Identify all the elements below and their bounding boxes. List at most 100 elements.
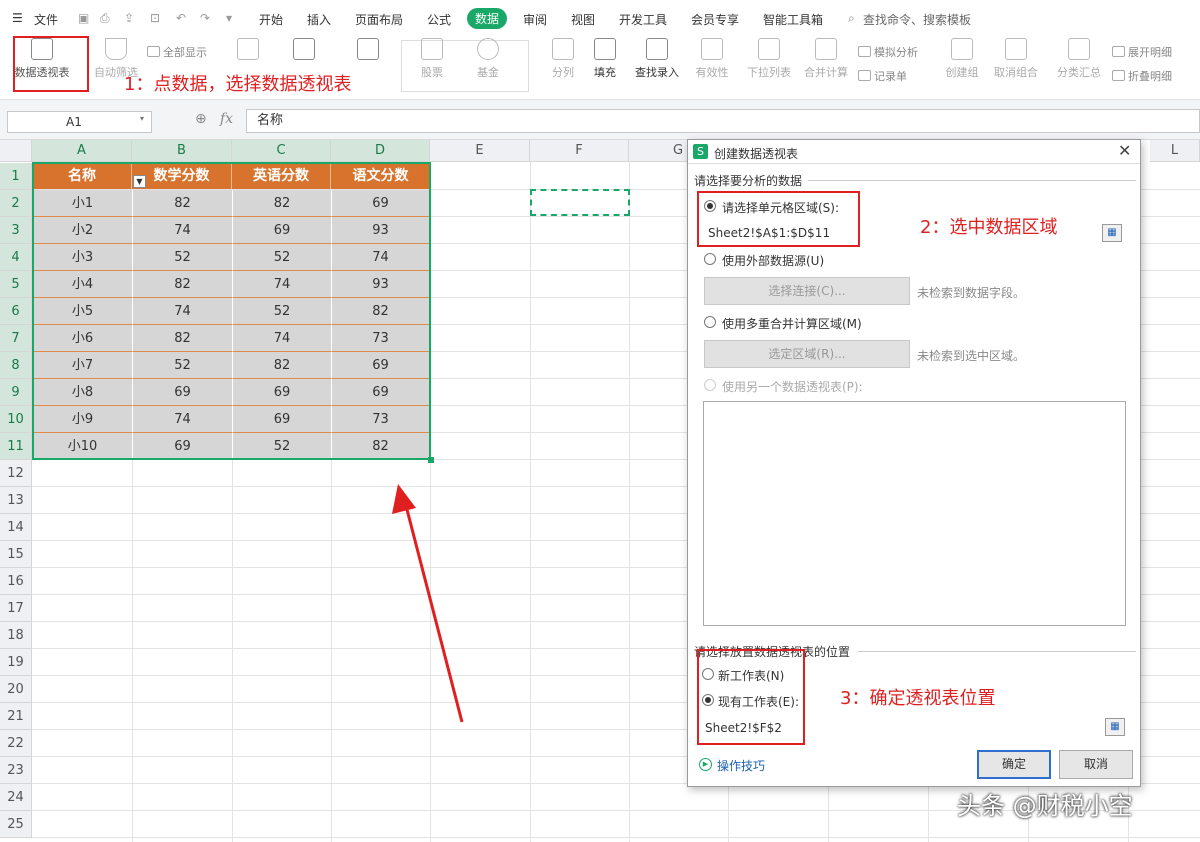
- name-box-dropdown-icon[interactable]: ▾: [140, 114, 144, 123]
- redo-icon[interactable]: ↷: [200, 11, 210, 25]
- ungroup-button[interactable]: 取消组合: [988, 38, 1044, 80]
- dropdown-list-button[interactable]: 下拉列表: [744, 38, 794, 80]
- row-header[interactable]: 24: [0, 784, 32, 811]
- column-header[interactable]: L: [1150, 140, 1200, 162]
- row-header[interactable]: 6: [0, 298, 32, 325]
- tab-page-layout[interactable]: 页面布局: [355, 11, 403, 28]
- row-header[interactable]: 23: [0, 757, 32, 784]
- save-icon[interactable]: ▣: [78, 11, 89, 25]
- fill-down-icon: [594, 38, 616, 60]
- fill-handle[interactable]: [428, 457, 434, 463]
- quick-access-dropdown-icon[interactable]: ▾: [226, 11, 232, 25]
- highlight-dup-button[interactable]: [290, 38, 318, 64]
- row-header[interactable]: 20: [0, 676, 32, 703]
- fill-button[interactable]: 填充: [588, 38, 622, 80]
- ok-button[interactable]: 确定: [977, 750, 1051, 779]
- select-connection-button[interactable]: 选择连接(C)...: [704, 277, 910, 305]
- create-group-button[interactable]: 创建组: [942, 38, 982, 80]
- hamburger-icon[interactable]: ☰: [12, 11, 23, 25]
- tips-link[interactable]: 操作技巧: [717, 757, 765, 774]
- row-header[interactable]: 22: [0, 730, 32, 757]
- row-header[interactable]: 1: [0, 163, 32, 190]
- row-header[interactable]: 13: [0, 487, 32, 514]
- location-picker-icon[interactable]: ▦: [1105, 718, 1125, 736]
- menu-file[interactable]: 文件: [34, 11, 58, 28]
- tab-smart-tools[interactable]: 智能工具箱: [763, 11, 823, 28]
- column-header[interactable]: F: [530, 140, 629, 162]
- row-header[interactable]: 7: [0, 325, 32, 352]
- undo-icon[interactable]: ↶: [176, 11, 186, 25]
- zoom-icon[interactable]: ⊕: [195, 111, 207, 127]
- dialog-title: 创建数据透视表: [714, 147, 799, 161]
- column-header[interactable]: E: [430, 140, 530, 162]
- close-icon[interactable]: ✕: [1118, 141, 1131, 160]
- formula-input[interactable]: 名称: [246, 109, 1200, 133]
- select-region-button[interactable]: 选定区域(R)...: [704, 340, 910, 368]
- grid-col-line: [629, 162, 630, 842]
- annotation-arrow: [392, 484, 464, 723]
- row-header[interactable]: 10: [0, 406, 32, 433]
- search-icon[interactable]: ⌕: [848, 11, 855, 26]
- tab-home[interactable]: 开始: [259, 11, 283, 28]
- tab-member[interactable]: 会员专享: [691, 11, 739, 28]
- data-compare-button[interactable]: [354, 38, 382, 64]
- divider: [808, 180, 1136, 181]
- pivot-list-box[interactable]: [703, 401, 1126, 626]
- consolidate-button[interactable]: 合并计算: [801, 38, 851, 80]
- stocks-button[interactable]: 股票: [414, 38, 450, 80]
- column-header[interactable]: A: [32, 140, 132, 162]
- play-tips-icon[interactable]: ▶: [699, 758, 712, 771]
- what-if-button[interactable]: 模拟分析: [858, 44, 918, 60]
- sort-button[interactable]: [234, 38, 262, 64]
- tab-data[interactable]: 数据: [467, 8, 508, 29]
- record-form-button[interactable]: 记录单: [858, 68, 907, 84]
- tab-view[interactable]: 视图: [571, 11, 595, 28]
- row-header[interactable]: 8: [0, 352, 32, 379]
- row-header[interactable]: 9: [0, 379, 32, 406]
- radio-external-source[interactable]: [704, 253, 716, 265]
- command-search[interactable]: 查找命令、搜索模板: [863, 11, 971, 28]
- validity-button[interactable]: 有效性: [690, 38, 734, 80]
- row-header[interactable]: 2: [0, 190, 32, 217]
- tab-formula[interactable]: 公式: [427, 11, 451, 28]
- row-header[interactable]: 15: [0, 541, 32, 568]
- tab-review[interactable]: 审阅: [523, 11, 547, 28]
- name-box[interactable]: A1: [7, 111, 152, 133]
- range-picker-icon[interactable]: ▦: [1102, 224, 1122, 242]
- radio-multi-consolidation[interactable]: [704, 316, 716, 328]
- column-header[interactable]: C: [232, 140, 331, 162]
- row-header[interactable]: 12: [0, 460, 32, 487]
- row-header[interactable]: 18: [0, 622, 32, 649]
- print-icon[interactable]: ⎙: [100, 11, 110, 26]
- fx-icon[interactable]: fx: [220, 111, 233, 127]
- export-icon[interactable]: ⇪: [124, 11, 134, 25]
- annotation-box-range: [697, 191, 860, 247]
- tab-insert[interactable]: 插入: [307, 11, 331, 28]
- row-header[interactable]: 17: [0, 595, 32, 622]
- row-header[interactable]: 5: [0, 271, 32, 298]
- row-header[interactable]: 25: [0, 811, 32, 838]
- column-header[interactable]: D: [331, 140, 430, 162]
- show-all-button[interactable]: 全部显示: [147, 44, 207, 60]
- preview-icon[interactable]: ⊡: [150, 11, 160, 25]
- cancel-button[interactable]: 取消: [1059, 750, 1133, 779]
- subtotal-button[interactable]: 分类汇总: [1054, 38, 1104, 80]
- row-header[interactable]: 19: [0, 649, 32, 676]
- expand-icon: [1112, 46, 1125, 57]
- split-button[interactable]: 分列: [546, 38, 580, 80]
- row-header[interactable]: 3: [0, 217, 32, 244]
- tab-developer[interactable]: 开发工具: [619, 11, 667, 28]
- collapse-detail-button[interactable]: 折叠明细: [1112, 68, 1172, 84]
- row-header[interactable]: 11: [0, 433, 32, 460]
- fund-button[interactable]: 基金: [470, 38, 506, 80]
- compare-icon: [357, 38, 379, 60]
- select-all-corner[interactable]: [0, 140, 32, 162]
- row-header[interactable]: 21: [0, 703, 32, 730]
- row-header[interactable]: 16: [0, 568, 32, 595]
- column-header[interactable]: B: [132, 140, 232, 162]
- lookup-entry-button[interactable]: 查找录入: [632, 38, 682, 80]
- expand-detail-button[interactable]: 展开明细: [1112, 44, 1172, 60]
- row-header[interactable]: 4: [0, 244, 32, 271]
- radio-other-pivot[interactable]: [704, 379, 716, 391]
- row-header[interactable]: 14: [0, 514, 32, 541]
